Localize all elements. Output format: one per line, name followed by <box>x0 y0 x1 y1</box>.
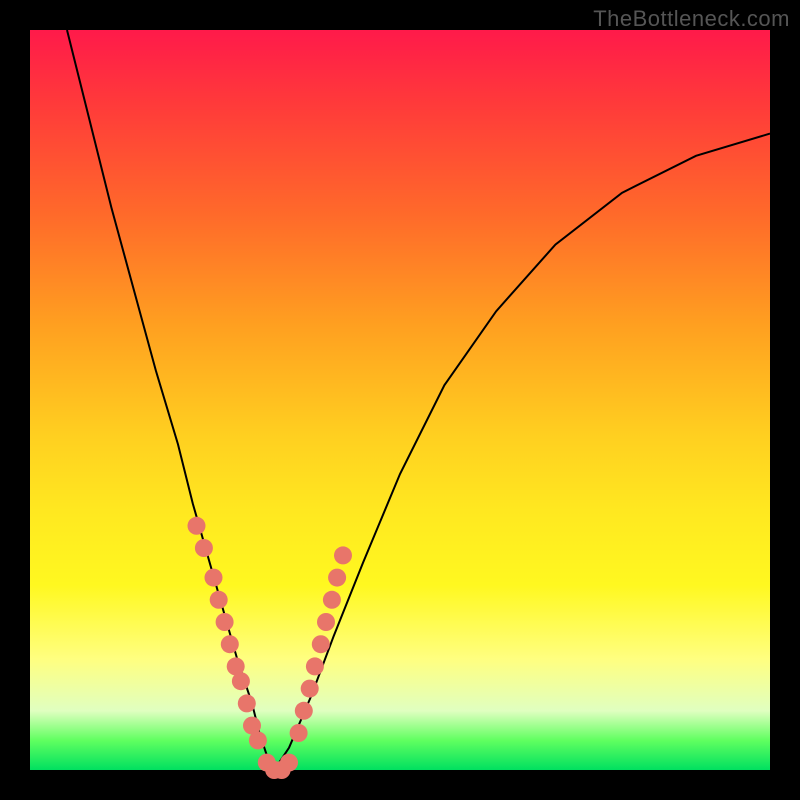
sample-point <box>232 672 250 690</box>
sample-points-group <box>188 517 353 779</box>
sample-point <box>334 546 352 564</box>
sample-point <box>328 569 346 587</box>
sample-point <box>195 539 213 557</box>
sample-point <box>312 635 330 653</box>
curve-left-group <box>67 30 274 770</box>
bottleneck-curve-right <box>274 134 770 770</box>
watermark-label: TheBottleneck.com <box>593 6 790 32</box>
bottleneck-curve-left <box>67 30 274 770</box>
sample-point <box>301 680 319 698</box>
sample-point <box>188 517 206 535</box>
sample-point <box>317 613 335 631</box>
sample-point <box>221 635 239 653</box>
sample-point <box>238 694 256 712</box>
sample-point <box>323 591 341 609</box>
curve-svg <box>30 30 770 770</box>
plot-area <box>30 30 770 770</box>
sample-point <box>306 657 324 675</box>
curve-right-group <box>274 134 770 770</box>
sample-point <box>295 702 313 720</box>
sample-point <box>249 731 267 749</box>
sample-point <box>290 724 308 742</box>
sample-point <box>205 569 223 587</box>
sample-point <box>216 613 234 631</box>
sample-point <box>280 754 298 772</box>
chart-container: TheBottleneck.com <box>0 0 800 800</box>
sample-point <box>210 591 228 609</box>
